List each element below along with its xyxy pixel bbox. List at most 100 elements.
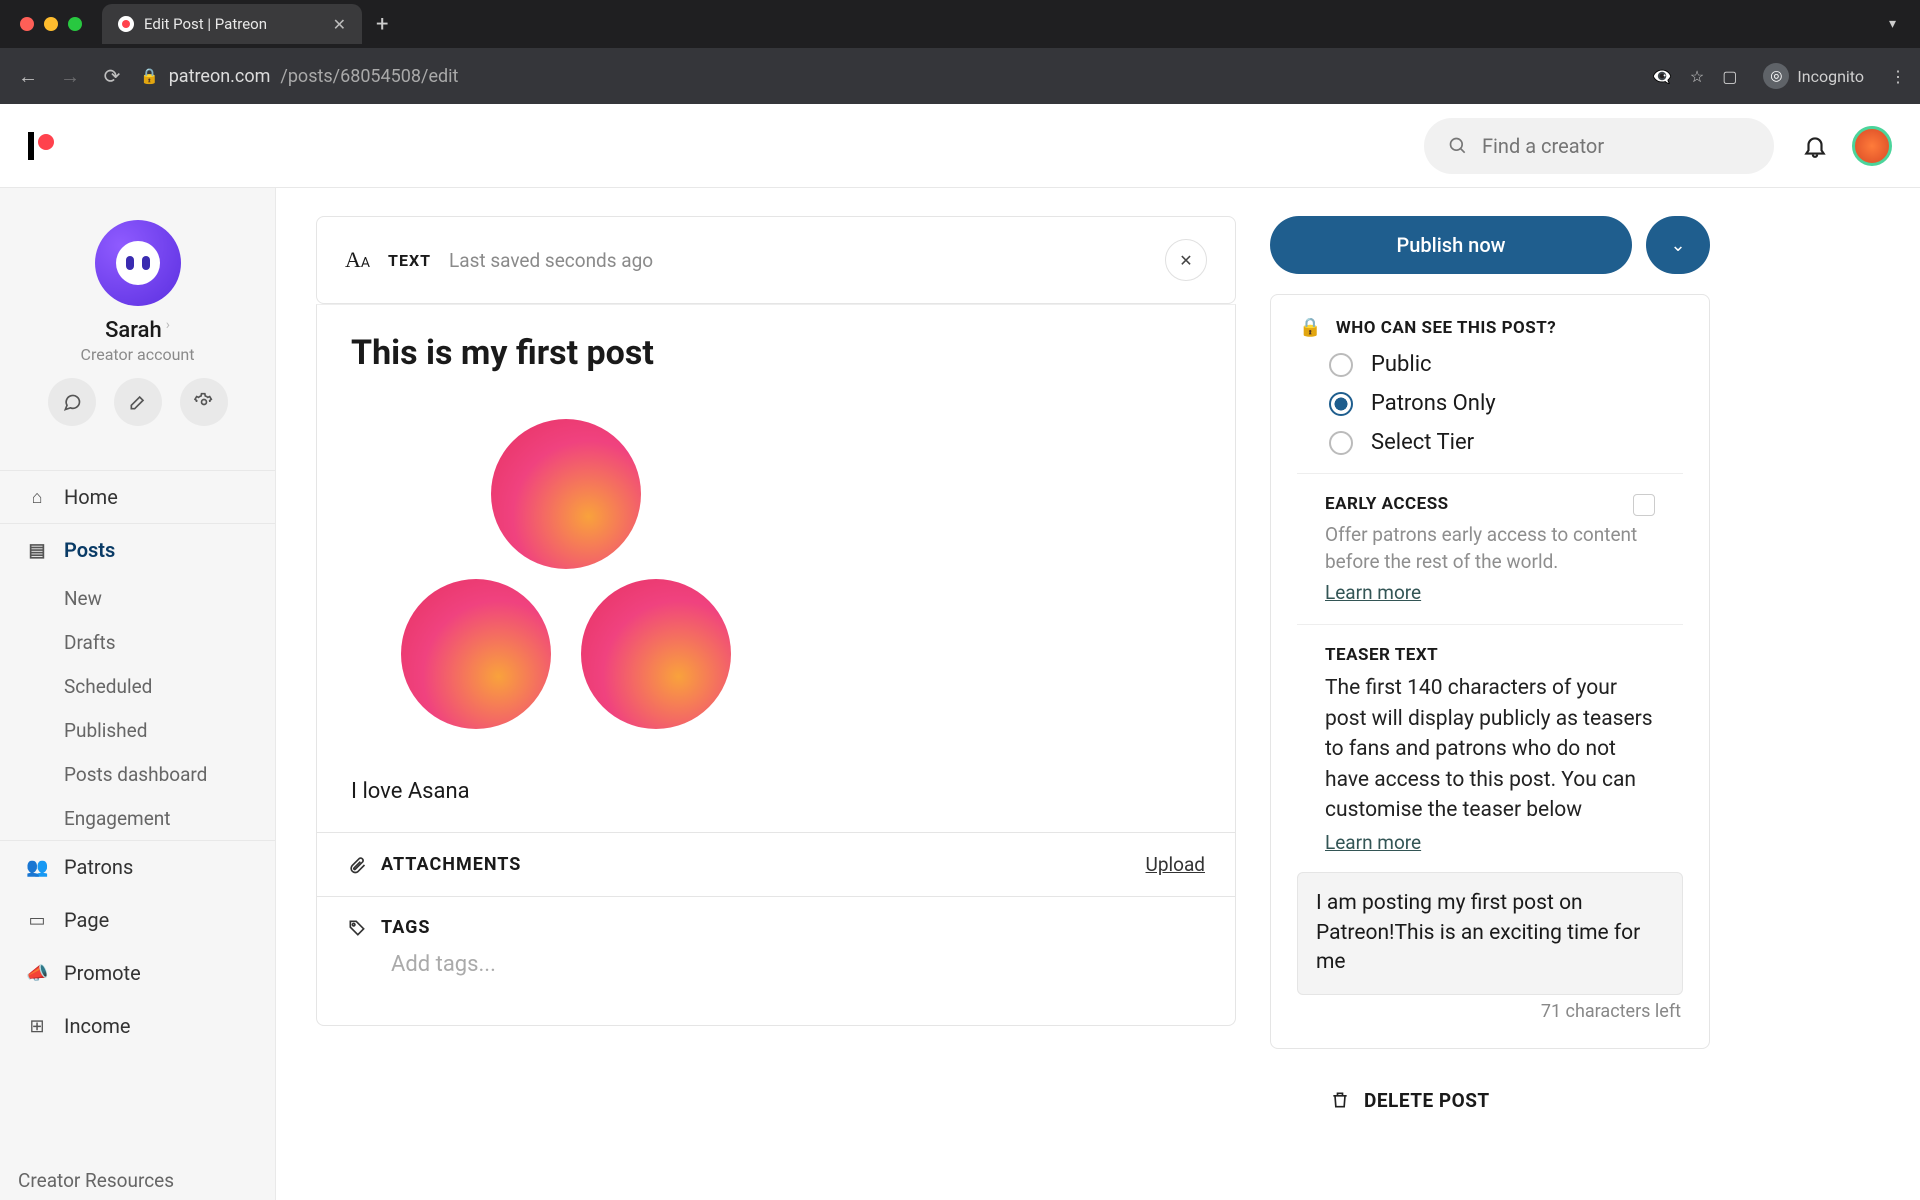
avatar[interactable] <box>1852 126 1892 166</box>
tag-icon <box>347 918 367 938</box>
teaser-textarea[interactable]: I am posting my first post on Patreon!Th… <box>1297 872 1683 994</box>
browser-chrome: Edit Post | Patreon ✕ + ▾ ← → ⟳ 🔒 patreo… <box>0 0 1920 104</box>
paperclip-icon <box>347 855 367 875</box>
edit-icon[interactable] <box>114 378 162 426</box>
teaser-title: TEASER TEXT <box>1325 645 1438 665</box>
tags-label: TAGS <box>381 917 431 938</box>
autosave-status: Last saved seconds ago <box>449 249 653 272</box>
url-path: /posts/68054508/edit <box>280 66 458 87</box>
post-type-label: TEXT <box>388 251 431 270</box>
sidebar-sub-scheduled[interactable]: Scheduled <box>64 664 275 708</box>
new-tab-button[interactable]: + <box>376 12 388 37</box>
delete-post-label: DELETE POST <box>1364 1089 1490 1112</box>
sidebar-sub-new[interactable]: New <box>64 576 275 620</box>
upload-link[interactable]: Upload <box>1146 853 1206 876</box>
sidebar-item-label: Posts <box>64 538 115 562</box>
sidebar-item-label: Home <box>64 485 118 509</box>
teaser-char-counter: 71 characters left <box>1271 1001 1709 1022</box>
search-bar[interactable] <box>1424 118 1774 174</box>
visibility-title: WHO CAN SEE THIS POST? <box>1336 318 1556 338</box>
radio-label: Patrons Only <box>1371 391 1496 416</box>
minimize-window-icon[interactable] <box>44 17 58 31</box>
teaser-learn-more[interactable]: Learn more <box>1325 831 1421 854</box>
incognito-indicator[interactable]: ◎ Incognito <box>1755 59 1872 93</box>
search-input[interactable] <box>1482 134 1750 158</box>
sidebar-item-promote[interactable]: 📣 Promote <box>0 946 275 999</box>
notifications-icon[interactable] <box>1802 133 1828 159</box>
publish-button[interactable]: Publish now <box>1270 216 1632 274</box>
sidebar-item-page[interactable]: ▭ Page <box>0 893 275 946</box>
profile-subtitle: Creator account <box>81 345 195 364</box>
lock-icon: 🔒 <box>1299 317 1322 338</box>
sidebar-sub-published[interactable]: Published <box>64 708 275 752</box>
profile-name: Sarah <box>105 318 162 343</box>
post-header-card: AA TEXT Last saved seconds ago ✕ <box>316 216 1236 304</box>
chevron-down-icon: ⌄ <box>1670 235 1685 256</box>
sidebar-item-income[interactable]: ⊞Income <box>0 999 275 1052</box>
sidebar-item-posts[interactable]: ▤ Posts <box>0 523 275 576</box>
lock-icon: 🔒 <box>140 67 159 85</box>
favicon-icon <box>118 16 134 32</box>
teaser-desc: The first 140 characters of your post wi… <box>1325 673 1655 825</box>
panel-icon[interactable]: ▢ <box>1722 67 1737 86</box>
asana-logo-icon <box>401 419 731 739</box>
profile-block: Sarah› Creator account <box>0 206 275 444</box>
publish-menu-button[interactable]: ⌄ <box>1646 216 1710 274</box>
megaphone-icon: 📣 <box>26 963 48 984</box>
visibility-patrons[interactable]: Patrons Only <box>1329 391 1681 416</box>
forward-button[interactable]: → <box>56 64 84 89</box>
gear-icon[interactable] <box>180 378 228 426</box>
tabs-overflow-icon[interactable]: ▾ <box>1889 16 1908 32</box>
tags-input[interactable]: Add tags... <box>347 938 540 1005</box>
sidebar-sub-dashboard[interactable]: Posts dashboard <box>64 752 275 796</box>
chat-icon[interactable] <box>48 378 96 426</box>
chevron-right-icon[interactable]: › <box>166 317 170 333</box>
maximize-window-icon[interactable] <box>68 17 82 31</box>
sidebar-item-home[interactable]: ⌂ Home <box>0 470 275 523</box>
attachments-section: ATTACHMENTS Upload <box>316 833 1236 897</box>
sidebar-item-label: Patrons <box>64 855 133 879</box>
sidebar-sub-engagement[interactable]: Engagement <box>64 796 275 840</box>
attachments-label: ATTACHMENTS <box>381 854 521 875</box>
post-body-text[interactable]: I love Asana <box>351 779 1201 804</box>
sidebar: Sarah› Creator account ⌂Home ▤Posts New … <box>0 104 276 1200</box>
early-access-learn-more[interactable]: Learn more <box>1325 581 1421 604</box>
search-icon <box>1448 136 1468 156</box>
back-button[interactable]: ← <box>14 64 42 89</box>
browser-menu-icon[interactable]: ⋮ <box>1890 67 1906 86</box>
url-host: patreon.com <box>169 66 271 87</box>
address-bar[interactable]: 🔒 patreon.com/posts/68054508/edit <box>140 66 458 87</box>
close-window-icon[interactable] <box>20 17 34 31</box>
home-icon: ⌂ <box>26 487 48 508</box>
profile-picture[interactable] <box>95 220 181 306</box>
sidebar-item-label: Page <box>64 908 109 932</box>
close-tab-icon[interactable]: ✕ <box>333 15 346 34</box>
delete-post-button[interactable]: DELETE POST <box>1270 1069 1710 1112</box>
text-type-icon: AA <box>345 247 370 273</box>
browser-tab[interactable]: Edit Post | Patreon ✕ <box>102 4 362 44</box>
early-access-checkbox[interactable] <box>1633 494 1655 516</box>
sidebar-item-patrons[interactable]: 👥 Patrons <box>0 840 275 893</box>
visibility-tier[interactable]: Select Tier <box>1329 430 1681 455</box>
eye-off-icon[interactable]: 👁‍🗨 <box>1652 67 1672 86</box>
creator-resources-link[interactable]: Creator Resources <box>18 1169 174 1192</box>
early-access-title: EARLY ACCESS <box>1325 494 1449 516</box>
patreon-logo[interactable] <box>28 132 54 160</box>
close-editor-button[interactable]: ✕ <box>1165 239 1207 281</box>
trash-icon <box>1330 1089 1350 1111</box>
sidebar-item-label: Promote <box>64 961 141 985</box>
patrons-icon: 👥 <box>26 857 48 878</box>
visibility-public[interactable]: Public <box>1329 352 1681 377</box>
post-title[interactable]: This is my first post <box>351 333 1201 373</box>
incognito-label: Incognito <box>1797 67 1864 86</box>
sidebar-sub-drafts[interactable]: Drafts <box>64 620 275 664</box>
radio-label: Select Tier <box>1371 430 1474 455</box>
page-icon: ▭ <box>26 910 48 931</box>
reload-button[interactable]: ⟳ <box>98 64 126 88</box>
window-controls[interactable] <box>20 17 82 31</box>
visibility-panel: 🔒 WHO CAN SEE THIS POST? Public Patrons O… <box>1270 294 1710 1049</box>
post-image[interactable] <box>351 399 1201 759</box>
posts-icon: ▤ <box>26 540 48 561</box>
sidebar-item-label: Income <box>64 1014 131 1038</box>
bookmark-star-icon[interactable]: ☆ <box>1690 67 1704 86</box>
